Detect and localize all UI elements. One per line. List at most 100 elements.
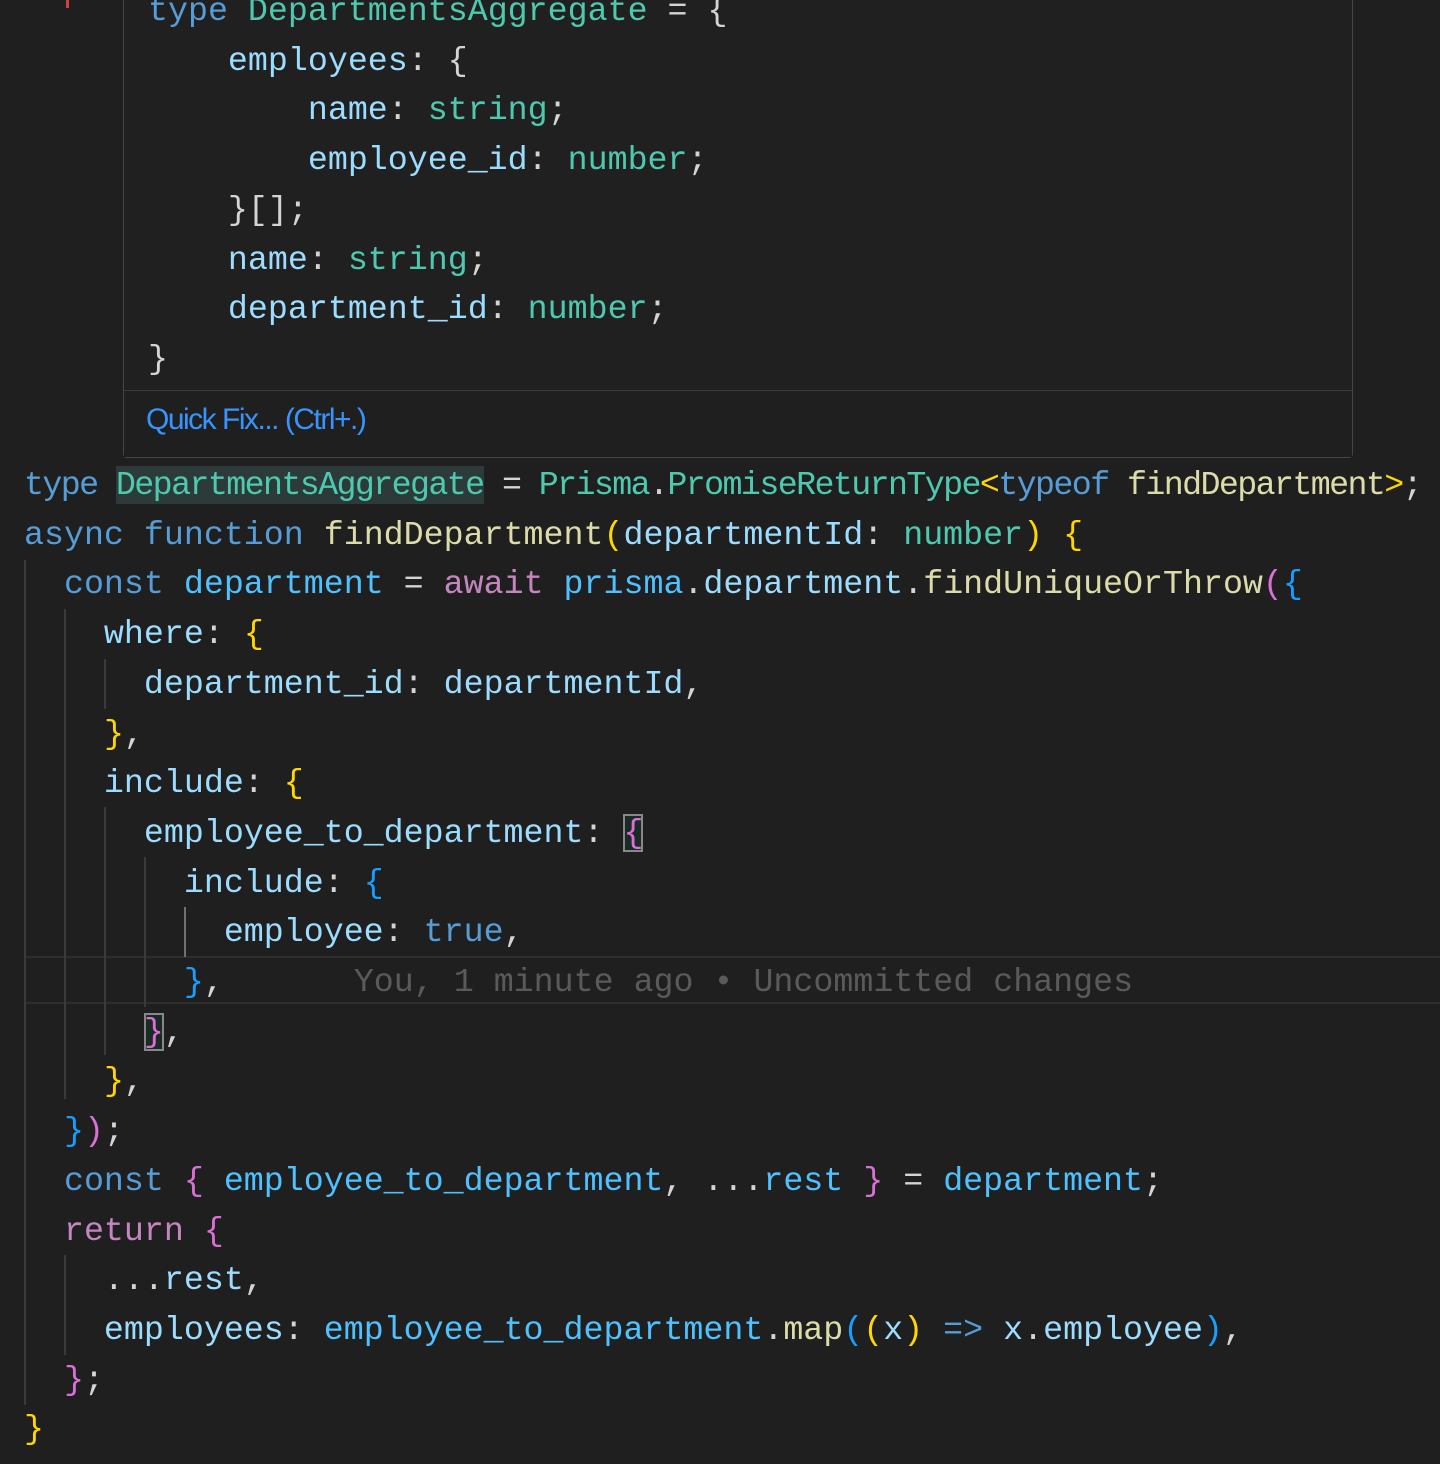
code-line: employees: employee_to_department.map((x… <box>0 1305 1440 1355</box>
code-token: name <box>148 91 388 130</box>
code-token: ; <box>547 91 568 130</box>
code-token: ... <box>24 1261 164 1300</box>
code-token: { <box>1063 515 1084 554</box>
code-token: PromiseReturnType <box>667 466 981 504</box>
code-line: include: { <box>0 858 1440 908</box>
code-token: } <box>63 1360 84 1399</box>
code-token: department <box>943 1161 1144 1200</box>
code-token: } <box>148 339 168 378</box>
code-token: } <box>143 1012 164 1051</box>
code-token: : <box>487 290 528 329</box>
code-token: x <box>883 1310 904 1349</box>
code-token: = <box>483 466 539 504</box>
code-line: const { employee_to_department, ...rest … <box>0 1156 1440 1206</box>
code-token: { <box>203 1211 224 1250</box>
code-token: => <box>923 1310 1004 1349</box>
code-token: employees <box>148 41 408 80</box>
code-token: : { <box>407 41 468 80</box>
code-line: }; <box>0 1355 1440 1405</box>
code-token: , <box>203 963 224 1001</box>
code-token: , <box>163 1012 184 1051</box>
quick-fix-link[interactable]: Quick Fix... (Ctrl+.) <box>146 403 367 437</box>
code-token: , <box>123 1062 144 1101</box>
code-token: , <box>683 664 704 703</box>
code-token: string <box>347 240 468 279</box>
code-line: async function findDepartment(department… <box>0 510 1440 560</box>
code-token: > <box>1384 466 1404 504</box>
code-token: , <box>243 1261 264 1300</box>
code-token: : <box>383 913 424 952</box>
code-line: return { <box>0 1206 1440 1256</box>
code-token: : <box>387 91 428 130</box>
code-token: where <box>24 615 204 654</box>
code-token: , <box>503 913 524 952</box>
code-token: type <box>148 0 248 30</box>
code-token: department_id <box>24 664 404 703</box>
code-token: ( <box>863 1310 884 1349</box>
code-line: }, <box>0 709 1440 759</box>
git-change-marker <box>66 0 69 8</box>
code-token: department <box>183 565 384 604</box>
code-token: , <box>1222 1310 1243 1349</box>
code-line: where: { <box>0 609 1440 659</box>
code-token: ; <box>467 240 488 279</box>
code-token: { <box>243 615 264 654</box>
code-token: findDepartment <box>323 515 604 554</box>
code-token: include <box>24 863 324 902</box>
code-token: employee_to_department <box>223 1161 664 1200</box>
code-token: : <box>527 141 568 180</box>
popup-line: employees: { <box>124 36 1324 86</box>
code-token: async <box>24 515 144 554</box>
code-token: } <box>103 1062 124 1101</box>
code-token: return <box>24 1211 204 1250</box>
code-token: const <box>24 1161 184 1200</box>
code-token: : <box>283 1310 324 1349</box>
popup-line: department_id: number; <box>124 284 1324 334</box>
code-token: ; <box>647 290 668 329</box>
code-line: ...rest, <box>0 1255 1440 1305</box>
code-token: . <box>649 466 669 504</box>
code-token: } <box>63 1112 84 1151</box>
code-token: } <box>863 1161 884 1200</box>
code-token: } <box>103 714 124 753</box>
code-token: ; <box>687 141 708 180</box>
code-token: DepartmentsAggregate <box>247 0 648 30</box>
code-token: findDepartment <box>1126 466 1386 504</box>
popup-line: name: string; <box>124 85 1324 135</box>
code-token: = <box>883 1161 944 1200</box>
code-token: : <box>863 515 904 554</box>
code-token: ; <box>103 1112 124 1151</box>
popup-line: }[]; <box>124 185 1324 235</box>
code-token: . <box>683 565 704 604</box>
code-token: number <box>903 515 1024 554</box>
popup-line: } <box>124 334 1324 384</box>
popup-line: name: string; <box>124 235 1324 285</box>
code-token: : <box>583 813 624 852</box>
code-token: Prisma <box>538 466 651 504</box>
git-blame-annotation: You, 1 minute ago • Uncommitted changes <box>353 963 1134 1001</box>
code-token: ) <box>1202 1310 1223 1349</box>
code-token: department_id <box>148 290 488 329</box>
code-token: : <box>243 764 284 803</box>
code-token: ; <box>1402 466 1423 504</box>
code-token: { <box>183 1161 204 1200</box>
code-line: }, <box>0 1007 1440 1057</box>
code-token: ) <box>83 1112 104 1151</box>
popup-line: type DepartmentsAggregate = { <box>124 0 1324 36</box>
code-line: }, <box>0 1056 1440 1106</box>
code-token: employees <box>24 1310 284 1349</box>
code-token: employee_to_department <box>24 813 584 852</box>
code-token: department <box>703 565 904 604</box>
code-token: typeof <box>998 466 1127 504</box>
code-token: rest <box>163 1261 244 1300</box>
code-token: x <box>1003 1310 1024 1349</box>
code-token: const <box>24 565 184 604</box>
code-token: name <box>148 240 308 279</box>
code-token: = { <box>647 0 728 30</box>
code-line: include: { <box>0 758 1440 808</box>
